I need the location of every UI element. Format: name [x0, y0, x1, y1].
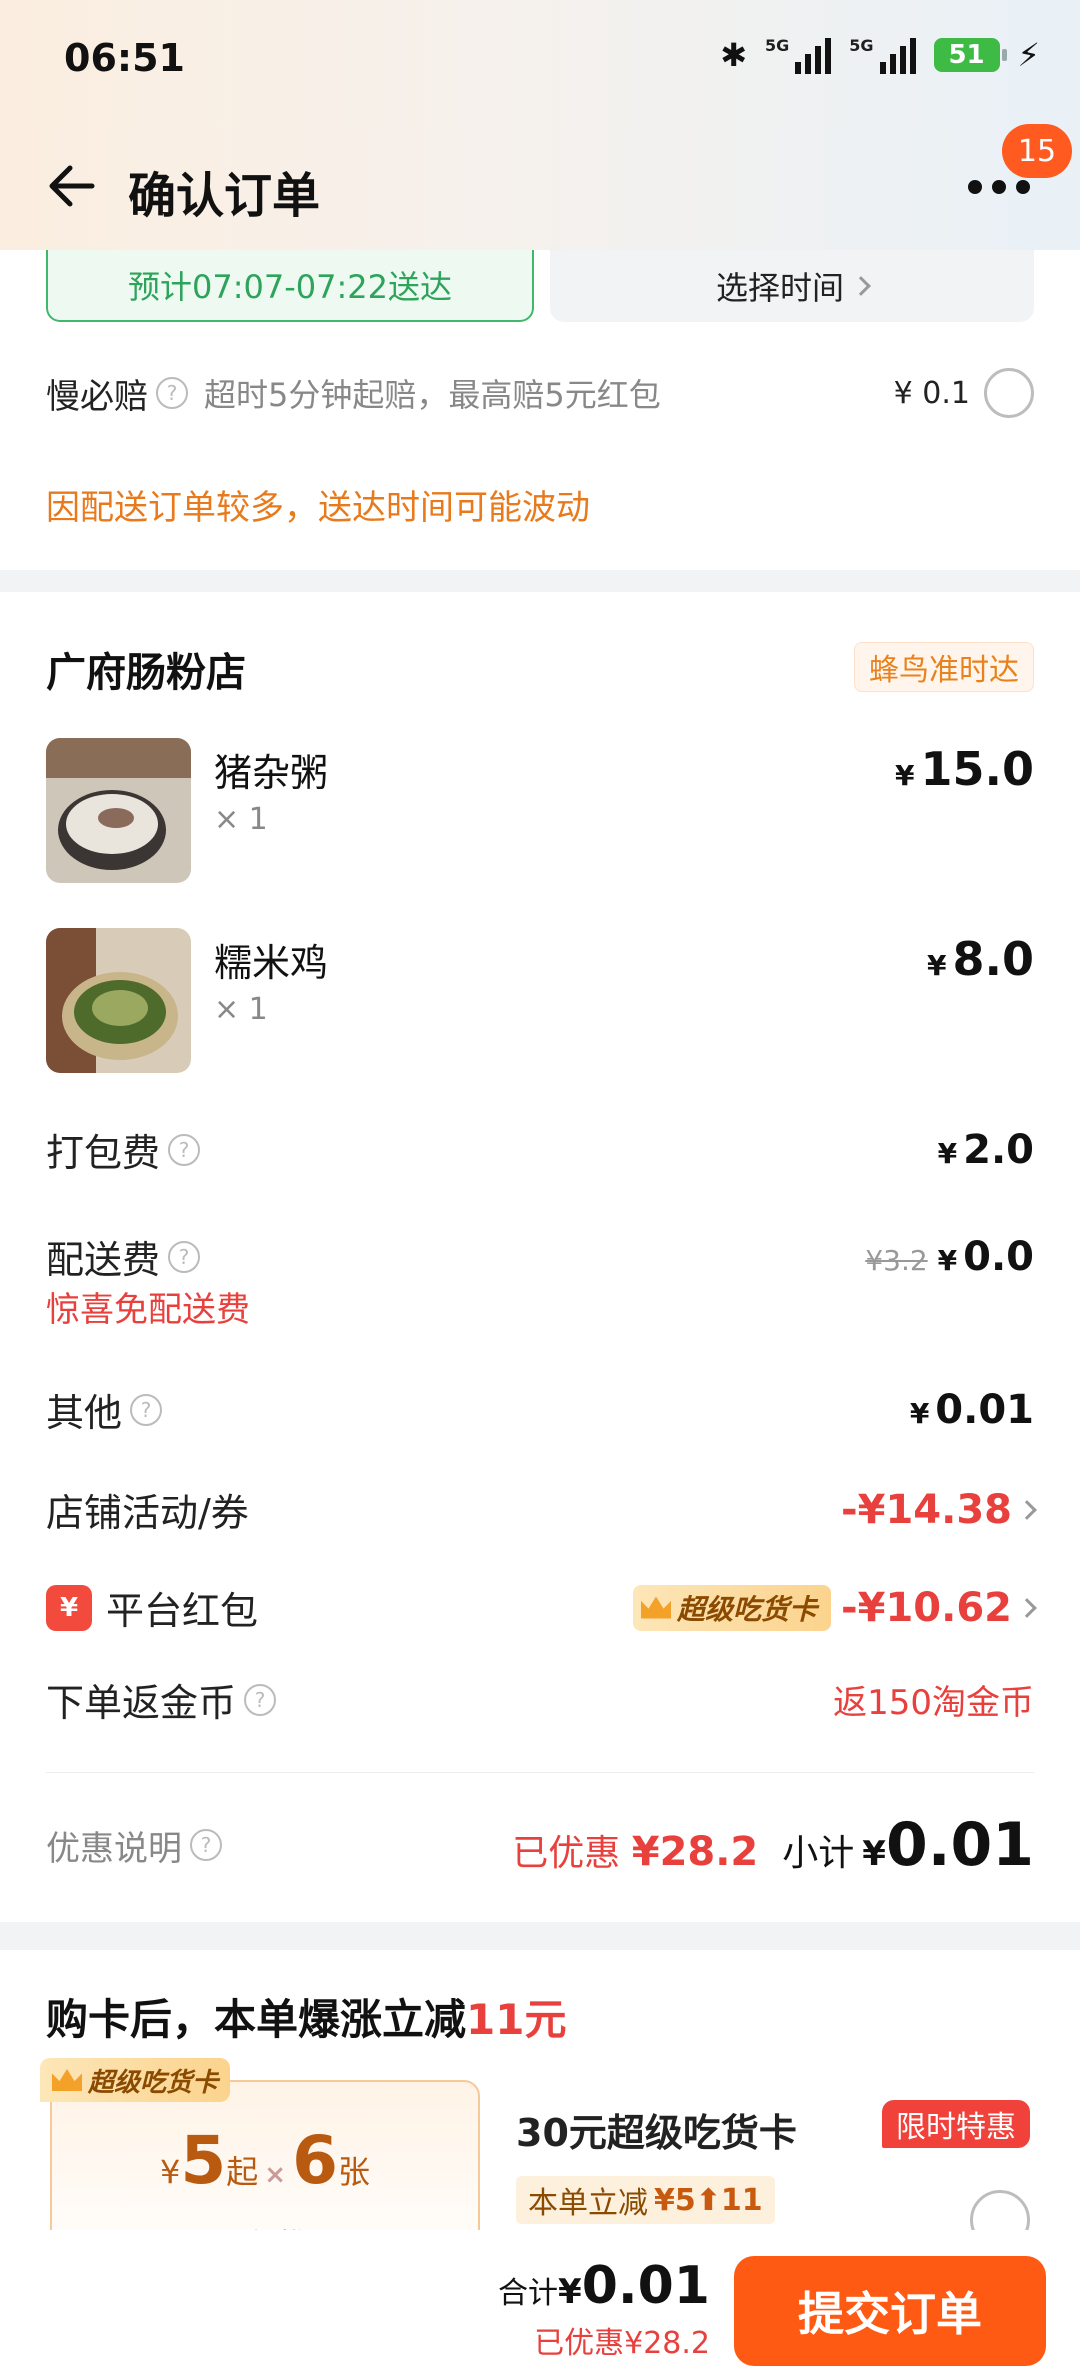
crown-icon — [52, 2069, 82, 2091]
list-item[interactable]: 糯米鸡 × 1 ¥8.0 — [46, 928, 1034, 1073]
chevron-right-icon — [1017, 1499, 1037, 1520]
packing-fee-row: 打包费? ¥2.0 — [46, 1122, 1034, 1177]
packing-fee-value: ¥2.0 — [937, 1126, 1034, 1173]
coins-value: 返150淘金币 — [833, 1683, 1034, 1723]
signal-icon: 5G — [765, 36, 832, 74]
battery-icon: 51 — [933, 38, 1007, 72]
shop-promo-value: -¥14.38 — [841, 1486, 1012, 1533]
more-icon[interactable] — [968, 180, 1032, 200]
status-icons: ✱ 5G 5G 51 ⚡ — [720, 36, 1040, 74]
red-envelope-icon: ¥ — [46, 1584, 92, 1631]
chevron-right-icon — [851, 276, 871, 296]
shop-tag: 蜂鸟准时达 — [854, 642, 1034, 692]
card-name: 30元超级吃货卡 — [516, 2111, 797, 2155]
coupon-card[interactable]: ¥5起×6张 无门槛 — [50, 2080, 480, 2230]
food-image — [46, 928, 191, 1073]
shop-card: 广府肠粉店 蜂鸟准时达 猪杂粥 × 1 ¥15.0 糯米鸡 × 1 ¥ 8.0 … — [0, 592, 1080, 1922]
delivery-fee-label: 配送费 — [46, 1238, 161, 1282]
delivery-fee-value: ¥3.2 ¥0.0 — [865, 1233, 1034, 1280]
promo-title: 购卡后，本单爆涨立减11元 — [46, 1995, 567, 2044]
bottom-bar: 合计 ¥0.01 已优惠¥28.2 提交订单 — [0, 2230, 1080, 2376]
item-price: ¥8.0 — [927, 932, 1034, 986]
free-delivery-note: 惊喜免配送费 — [46, 1290, 250, 1330]
platform-redpacket-row[interactable]: ¥ 平台红包 超级吃货卡 -¥10.62 — [46, 1580, 1037, 1635]
charging-icon: ⚡ — [1017, 36, 1040, 74]
guarantee-radio[interactable] — [984, 368, 1034, 418]
header: 06:51 ✱ 5G 5G 51 ⚡ 确认订单 15 — [0, 0, 1080, 250]
help-icon[interactable]: ? — [130, 1393, 163, 1426]
divider — [46, 1772, 1034, 1773]
total-amount: 合计 ¥0.01 — [498, 2256, 710, 2316]
shop-promo-row[interactable]: 店铺活动/券 -¥14.38 — [46, 1482, 1037, 1537]
saved-amount: 已优惠 ¥28.2 — [512, 1829, 759, 1875]
limited-offer-tag: 限时特惠 — [882, 2100, 1030, 2148]
super-card-promo: 购卡后，本单爆涨立减11元 ¥5起×6张 无门槛 超级吃货卡 30元超级吃货卡 … — [0, 1950, 1080, 2230]
choose-time-tab[interactable]: 选择时间 — [550, 250, 1034, 322]
super-card-badge: 超级吃货卡 — [633, 1584, 832, 1631]
list-item[interactable]: 猪杂粥 × 1 ¥15.0 — [46, 738, 1034, 883]
other-fee-value: ¥0.01 — [909, 1386, 1034, 1433]
other-fee-row: 其他? ¥0.01 — [46, 1382, 1034, 1437]
delivery-notice: 因配送订单较多，送达时间可能波动 — [46, 488, 590, 528]
platform-redpacket-value: -¥10.62 — [841, 1584, 1012, 1631]
discount-info-label: 优惠说明 — [46, 1828, 182, 1869]
item-price: ¥15.0 — [895, 742, 1034, 796]
coupon-tag: 超级吃货卡 — [40, 2058, 231, 2102]
packing-fee-label: 打包费 — [46, 1131, 161, 1175]
shop-promo-label: 店铺活动/券 — [46, 1491, 249, 1535]
back-arrow-icon[interactable] — [44, 158, 100, 214]
signal-icon-2: 5G — [849, 36, 916, 74]
coupon-main: ¥5起 ×6张 — [159, 2122, 371, 2199]
bluetooth-icon: ✱ — [720, 36, 747, 74]
navbar: 确认订单 — [0, 130, 1080, 240]
delivery-fee-row: 配送费? ¥3.2 ¥0.0 — [46, 1229, 1034, 1284]
notification-badge: 15 — [1002, 124, 1072, 178]
subtotal: 小计 ¥0.01 — [782, 1810, 1034, 1880]
item-name: 糯米鸡 — [214, 941, 329, 985]
total-saved: 已优惠¥28.2 — [534, 2326, 710, 2361]
card-select-radio[interactable] — [970, 2190, 1030, 2230]
estimate-time-tab[interactable]: 预计07:07-07:22送达 — [46, 250, 534, 322]
page-title: 确认订单 — [128, 168, 321, 224]
item-qty: × 1 — [214, 802, 268, 837]
item-qty: × 1 — [214, 992, 268, 1027]
crown-icon — [641, 1596, 672, 1619]
choose-time-label: 选择时间 — [715, 269, 844, 307]
item-name: 猪杂粥 — [214, 751, 329, 795]
guarantee-label: 慢必赔 — [46, 376, 148, 417]
status-bar: 06:51 ✱ 5G 5G 51 ⚡ — [0, 0, 1080, 110]
order-summary: 优惠说明? 已优惠 ¥28.2 小计 ¥0.01 — [46, 1810, 1034, 1880]
help-icon[interactable]: ? — [168, 1133, 201, 1166]
guarantee-price: ¥ 0.1 — [893, 375, 970, 411]
submit-order-button[interactable]: 提交订单 — [734, 2256, 1046, 2366]
delivery-card: 预计07:07-07:22送达 选择时间 慢必赔 ? 超时5分钟起赔，最高赔5元… — [0, 250, 1080, 570]
coupon-threshold: 无门槛 — [52, 2222, 478, 2230]
status-time: 06:51 — [64, 36, 185, 80]
delivery-fee-original: ¥3.2 — [865, 1243, 928, 1277]
coins-label: 下单返金币 — [46, 1681, 237, 1725]
guarantee-desc: 超时5分钟起赔，最高赔5元红包 — [204, 376, 661, 414]
platform-redpacket-label: 平台红包 — [106, 1589, 259, 1633]
chevron-right-icon — [1017, 1597, 1037, 1618]
food-image — [46, 738, 191, 883]
help-icon[interactable]: ? — [190, 1829, 222, 1861]
help-icon[interactable]: ? — [168, 1240, 201, 1273]
help-icon[interactable]: ? — [244, 1683, 277, 1716]
help-icon[interactable]: ? — [156, 377, 188, 409]
total-block: 合计 ¥0.01 已优惠¥28.2 — [498, 2256, 710, 2362]
other-fee-label: 其他 — [46, 1391, 123, 1435]
shop-name: 广府肠粉店 — [46, 650, 246, 696]
slow-guarantee-row: 慢必赔 ? 超时5分钟起赔，最高赔5元红包 ¥ 0.1 — [46, 368, 1034, 418]
coins-row: 下单返金币? 返150淘金币 — [46, 1672, 1034, 1727]
instant-reduce-tag: 本单立减 ¥5⬆11 — [516, 2176, 775, 2224]
